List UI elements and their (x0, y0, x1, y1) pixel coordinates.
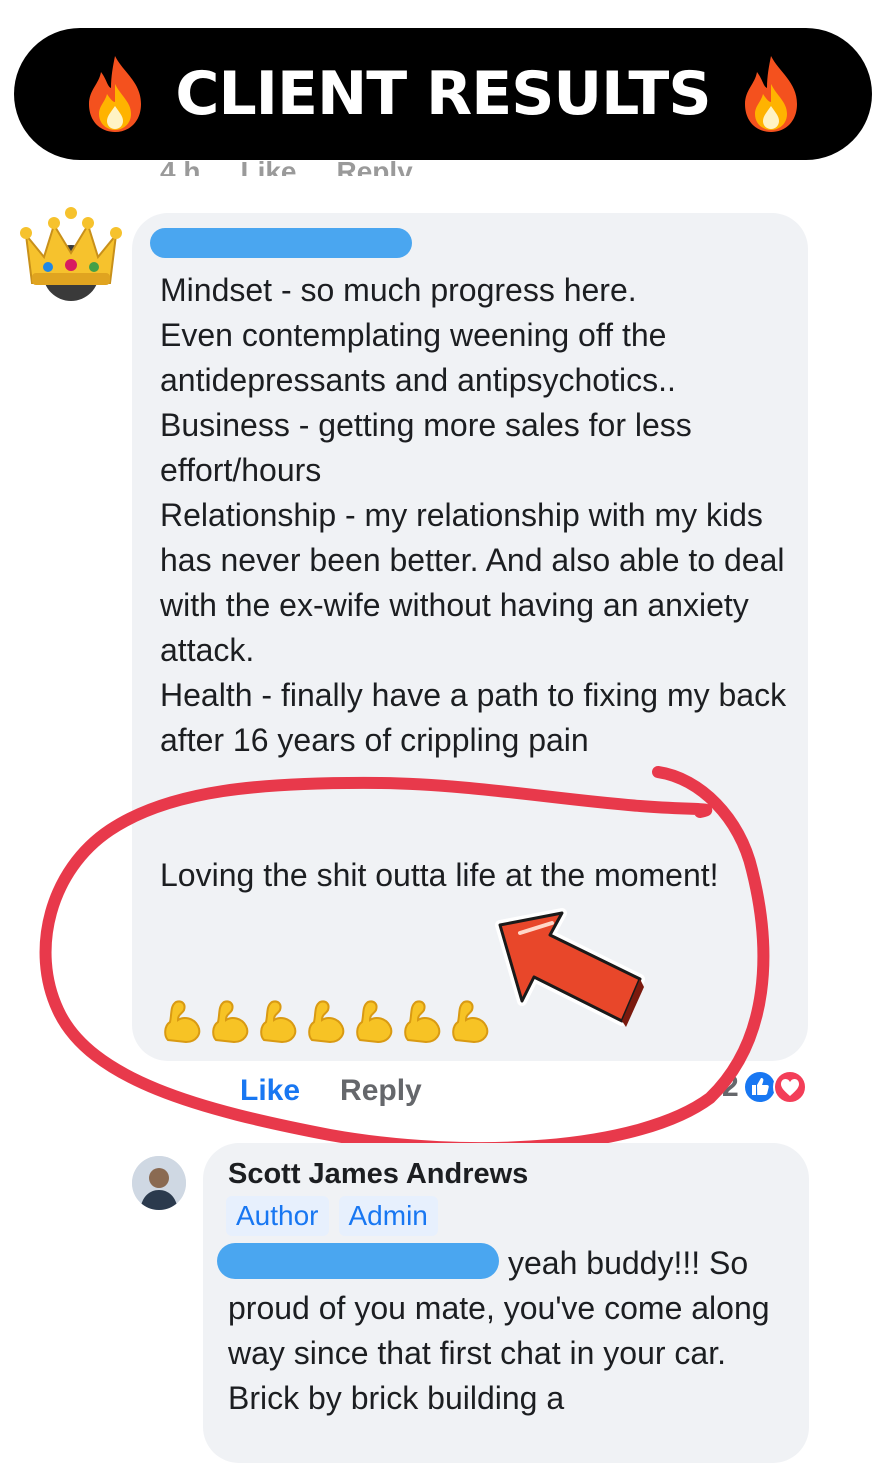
muscle-icon (260, 1000, 297, 1044)
comment-line: Relationship - my relationship with my k… (160, 497, 785, 668)
muscle-icon (452, 1000, 489, 1044)
reaction-count: 2 (722, 1070, 739, 1103)
like-link[interactable]: Like (240, 150, 296, 176)
comment-line: Business - getting more sales for less e… (160, 407, 692, 488)
author-badge: Author (226, 1196, 329, 1236)
redacted-name (150, 228, 412, 258)
reaction-summary[interactable]: 2 (722, 1070, 807, 1104)
person-icon (132, 1156, 186, 1210)
fire-icon (89, 56, 142, 132)
reply-link[interactable]: Reply (337, 150, 413, 176)
muscle-icon (164, 1000, 201, 1044)
comment-line: Even contemplating weening off the antid… (160, 317, 676, 398)
highlighted-text: Loving the shit outta life at the moment… (160, 857, 719, 893)
fire-icon (744, 56, 797, 132)
comment-actions: Like Reply (240, 1071, 422, 1111)
arrow-sticker (495, 908, 645, 1027)
avatar[interactable] (132, 1156, 186, 1210)
comment-text: Mindset - so much progress here. Even co… (160, 268, 800, 763)
reply-author-name[interactable]: Scott James Andrews (228, 1158, 528, 1191)
comment-line: Health - finally have a path to fixing m… (160, 677, 787, 758)
like-icon (742, 1070, 777, 1104)
banner-title: CLIENT RESULTS (175, 59, 711, 129)
muscle-icon (308, 1000, 345, 1044)
role-badges: Author Admin (226, 1196, 438, 1236)
timestamp: 4 h (160, 156, 201, 176)
emoji-row (160, 996, 494, 1044)
reply-button[interactable]: Reply (340, 1071, 422, 1111)
previous-comment-actions: 4 h Like Reply (160, 150, 413, 176)
reply-text: yeah buddy!!! So proud of you mate, you'… (228, 1241, 798, 1421)
like-button[interactable]: Like (240, 1071, 300, 1111)
admin-badge: Admin (338, 1196, 438, 1236)
muscle-icon (212, 1000, 249, 1044)
comment-line: Mindset - so much progress here. (160, 272, 637, 308)
reply-body: yeah buddy!!! So proud of you mate, you'… (228, 1245, 770, 1416)
muscle-icon (356, 1000, 393, 1044)
love-icon (772, 1070, 807, 1104)
crown-icon[interactable] (16, 195, 126, 305)
client-results-banner: CLIENT RESULTS (14, 28, 872, 160)
muscle-icon (404, 1000, 441, 1044)
